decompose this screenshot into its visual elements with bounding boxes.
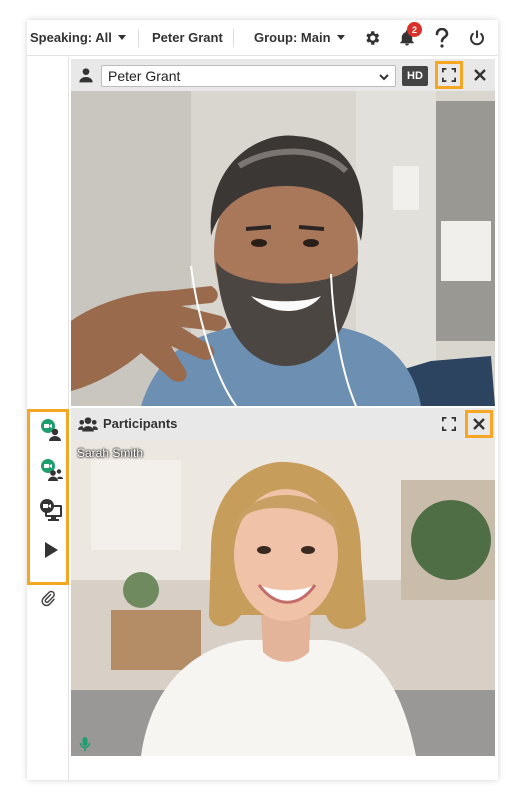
participants-panel: Participants Sarah Smith [71, 408, 495, 756]
participant-select[interactable]: Peter Grant [101, 65, 396, 87]
participant-name-label: Sarah Smith [77, 446, 144, 460]
speaking-filter-label: Speaking: All [30, 30, 112, 45]
hd-toggle-button[interactable]: HD [402, 66, 428, 86]
user-icon [73, 62, 99, 88]
play-icon[interactable] [38, 537, 64, 563]
group-dropdown[interactable]: Group: Main [254, 20, 345, 56]
user-name-button[interactable]: Peter Grant [152, 20, 223, 56]
help-icon[interactable] [432, 28, 452, 48]
power-icon[interactable] [467, 28, 487, 48]
paperclip-icon[interactable] [35, 585, 61, 611]
user-name: Peter Grant [152, 30, 223, 45]
close-icon[interactable] [467, 62, 493, 88]
close-icon[interactable] [465, 410, 493, 438]
participants-title: Participants [103, 416, 178, 431]
fullscreen-icon[interactable] [435, 61, 463, 89]
notification-badge: 2 [407, 22, 422, 37]
video-conference-app: Speaking: All Peter Grant Group: Main 2 [27, 20, 498, 780]
participants-panel-header: Participants [71, 408, 495, 440]
video-frame-man [71, 91, 495, 406]
bell-icon[interactable]: 2 [397, 22, 422, 48]
divider [233, 29, 234, 47]
divider [138, 29, 139, 47]
top-toolbar: Speaking: All Peter Grant Group: Main 2 [27, 20, 498, 56]
microphone-icon [79, 736, 93, 752]
group-label: Group: Main [254, 30, 331, 45]
participant-video-feed: Sarah Smith [71, 440, 495, 756]
side-rail [27, 57, 69, 780]
gear-icon[interactable] [362, 28, 382, 48]
video-frame-woman [71, 440, 495, 756]
selected-participant: Peter Grant [108, 68, 181, 84]
group-icon [75, 411, 101, 437]
video-user-icon[interactable] [38, 417, 64, 443]
fullscreen-icon[interactable] [436, 411, 462, 437]
video-panel-header: Peter Grant HD [71, 59, 495, 91]
speaking-filter-dropdown[interactable]: Speaking: All [30, 20, 126, 56]
video-group-icon[interactable] [38, 457, 64, 483]
participant-video-feed [71, 91, 495, 406]
screen-share-icon[interactable] [38, 497, 64, 523]
chevron-down-icon [117, 35, 126, 40]
main-video-panel: Peter Grant HD [71, 59, 495, 406]
chevron-down-icon [336, 35, 345, 40]
media-controls-group [27, 409, 69, 585]
chevron-down-icon [379, 74, 389, 81]
